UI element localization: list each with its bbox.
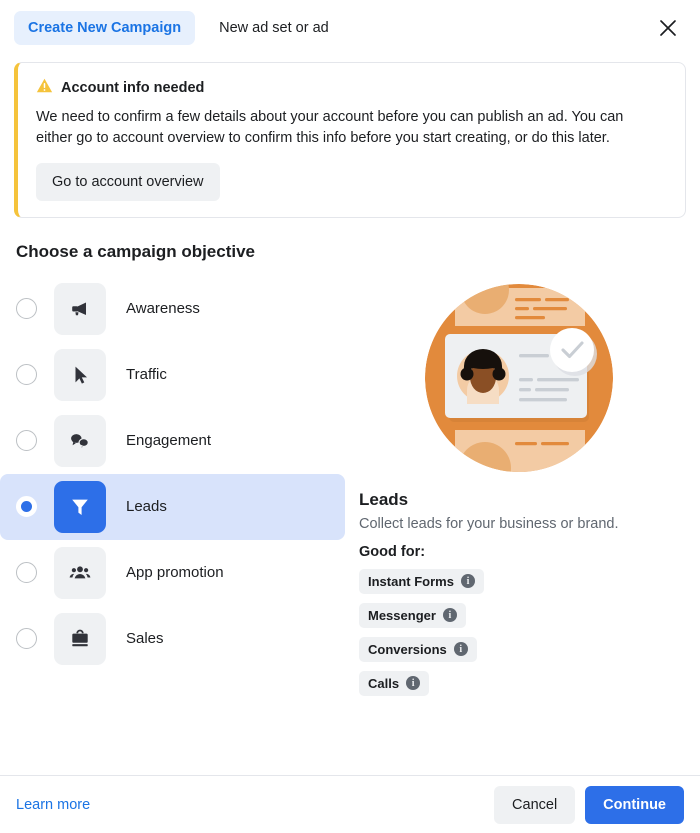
radio-engagement[interactable] bbox=[16, 430, 37, 452]
objective-label: App promotion bbox=[126, 564, 224, 582]
tag-label: Conversions bbox=[368, 641, 447, 657]
radio-app-promotion[interactable] bbox=[16, 562, 37, 584]
tag-instant-forms[interactable]: Instant Forms i bbox=[359, 568, 484, 594]
objective-label: Traffic bbox=[126, 366, 167, 384]
info-icon[interactable]: i bbox=[442, 608, 457, 623]
dialog-footer: Learn more Cancel Continue bbox=[0, 775, 700, 833]
objective-label: Leads bbox=[126, 498, 167, 516]
good-for-label: Good for: bbox=[359, 543, 426, 560]
warning-triangle-icon bbox=[36, 77, 53, 99]
account-info-alert-wrap: Account info needed We need to confirm a… bbox=[0, 56, 700, 218]
tag-calls[interactable]: Calls i bbox=[359, 670, 430, 696]
objective-detail-panel: Leads Collect leads for your business or… bbox=[345, 272, 684, 775]
objective-list: Awareness Traffic Engagement Leads App p… bbox=[0, 272, 345, 775]
objective-row-app-promotion[interactable]: App promotion bbox=[0, 540, 345, 606]
cursor-arrow-icon bbox=[54, 348, 106, 401]
tag-label: Messenger bbox=[368, 607, 436, 623]
tag-line: Conversions i bbox=[353, 628, 684, 662]
tag-line: Instant Forms i bbox=[353, 560, 684, 594]
objective-row-awareness[interactable]: Awareness bbox=[0, 276, 345, 342]
alert-title-row: Account info needed bbox=[36, 77, 669, 99]
radio-awareness[interactable] bbox=[16, 298, 37, 320]
objective-row-sales[interactable]: Sales bbox=[0, 606, 345, 672]
radio-leads[interactable] bbox=[16, 496, 37, 518]
alert-body: We need to confirm a few details about y… bbox=[36, 109, 624, 147]
people-group-icon bbox=[54, 546, 106, 599]
objective-label: Sales bbox=[126, 630, 164, 648]
info-icon[interactable]: i bbox=[453, 642, 468, 657]
tag-line: Calls i bbox=[353, 662, 684, 696]
learn-more-link[interactable]: Learn more bbox=[16, 797, 90, 813]
radio-traffic[interactable] bbox=[16, 364, 37, 386]
tag-line: Messenger i bbox=[353, 594, 684, 628]
page-title: Choose a campaign objective bbox=[16, 241, 256, 261]
cancel-button[interactable]: Cancel bbox=[494, 785, 576, 824]
tag-label: Calls bbox=[368, 675, 400, 691]
objective-row-leads[interactable]: Leads bbox=[0, 473, 345, 540]
continue-button[interactable]: Continue bbox=[585, 785, 684, 824]
go-to-account-overview-button[interactable]: Go to account overview bbox=[36, 162, 220, 201]
alert-title: Account info needed bbox=[61, 80, 205, 96]
objective-label: Engagement bbox=[126, 432, 212, 450]
tab-create-new-campaign[interactable]: Create New Campaign bbox=[14, 10, 196, 46]
tag-conversions[interactable]: Conversions i bbox=[359, 636, 477, 662]
objective-row-traffic[interactable]: Traffic bbox=[0, 342, 345, 408]
funnel-icon bbox=[54, 480, 106, 533]
radio-sales[interactable] bbox=[16, 628, 37, 650]
briefcase-icon bbox=[54, 612, 106, 665]
dialog-header: Create New Campaign New ad set or ad bbox=[0, 0, 700, 56]
tab-new-ad-set-or-ad[interactable]: New ad set or ad bbox=[205, 11, 343, 46]
tag-label: Instant Forms bbox=[368, 573, 454, 589]
detail-description: Collect leads for your business or brand… bbox=[359, 515, 619, 532]
info-icon[interactable]: i bbox=[406, 676, 421, 691]
create-campaign-dialog: Create New Campaign New ad set or ad Acc… bbox=[0, 0, 700, 833]
objective-row-engagement[interactable]: Engagement bbox=[0, 408, 345, 474]
info-icon[interactable]: i bbox=[460, 574, 475, 589]
tag-messenger[interactable]: Messenger i bbox=[359, 602, 466, 628]
chat-bubbles-icon bbox=[54, 414, 106, 467]
objective-label: Awareness bbox=[126, 300, 200, 318]
dialog-body: Awareness Traffic Engagement Leads App p… bbox=[0, 272, 700, 775]
detail-title: Leads bbox=[359, 489, 409, 509]
account-info-alert: Account info needed We need to confirm a… bbox=[14, 62, 686, 218]
leads-profile-card-illustration bbox=[353, 276, 684, 474]
megaphone-icon bbox=[54, 282, 106, 335]
close-icon[interactable] bbox=[652, 12, 684, 44]
